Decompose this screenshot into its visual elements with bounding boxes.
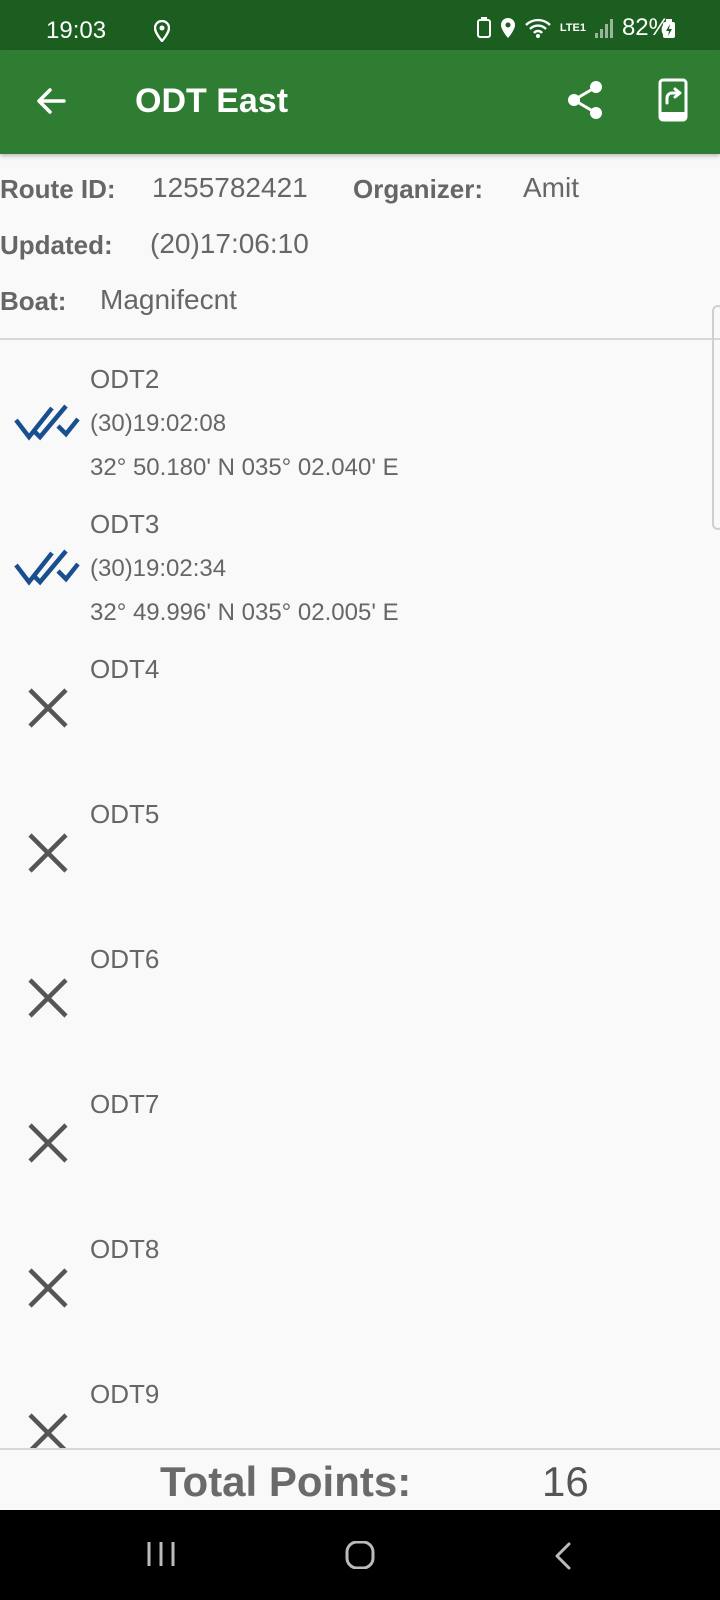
page-title: ODT East <box>135 82 289 120</box>
recent-apps-icon[interactable] <box>146 1540 176 1573</box>
double-check-icon <box>14 545 80 594</box>
double-check-icon <box>14 400 80 449</box>
route-id-value: 1255782421 <box>152 172 308 203</box>
close-icon <box>26 831 70 880</box>
app-bar: ODT East <box>0 50 720 154</box>
system-nav-bar <box>0 1510 720 1600</box>
updated-label: Updated: <box>0 230 113 260</box>
waypoint-name: ODT5 <box>90 799 160 829</box>
network-type-label: LTE1 <box>559 21 586 34</box>
waypoint-list[interactable]: ODT2 (30)19:02:08 32° 50.180' N 035° 02.… <box>0 340 720 1448</box>
waypoint-row[interactable]: ODT7 <box>0 1065 720 1210</box>
scrollbar[interactable] <box>712 305 720 530</box>
waypoint-name: ODT6 <box>90 944 160 974</box>
waypoint-name: ODT8 <box>90 1234 160 1264</box>
location-icon <box>500 18 515 38</box>
waypoint-row[interactable]: ODT4 <box>0 630 720 775</box>
signal-icon <box>594 19 613 38</box>
waypoint-row[interactable]: ODT5 <box>0 775 720 920</box>
wifi-icon <box>525 18 551 38</box>
location-icon <box>153 19 171 49</box>
close-icon <box>26 1121 70 1170</box>
boat-label: Boat: <box>0 286 67 316</box>
back-arrow-icon[interactable] <box>34 84 68 123</box>
route-id-label: Route ID: <box>0 174 116 204</box>
boat-value: Magnifecnt <box>100 284 237 315</box>
total-points-label: Total Points: <box>160 1458 412 1505</box>
nav-back-icon[interactable] <box>553 1542 573 1575</box>
waypoint-time: (30)19:02:08 <box>90 410 227 437</box>
export-icon[interactable] <box>658 78 688 127</box>
home-icon[interactable] <box>345 1540 375 1574</box>
status-bar: 19:03 LTE1 82% <box>0 0 720 50</box>
organizer-label: Organizer: <box>353 174 484 204</box>
waypoint-row[interactable]: ODT9 <box>0 1355 720 1448</box>
route-info: Route ID: 1255782421 Organizer: Amit Upd… <box>0 154 720 338</box>
organizer-value: Amit <box>523 172 579 203</box>
waypoint-time: (30)19:02:34 <box>90 555 227 582</box>
close-icon <box>26 1411 70 1448</box>
total-points-value: 16 <box>542 1458 589 1505</box>
updated-value: (20)17:06:10 <box>150 228 309 259</box>
waypoint-row[interactable]: ODT6 <box>0 920 720 1065</box>
battery-saver-icon <box>476 17 491 38</box>
waypoint-name: ODT2 <box>90 364 160 394</box>
waypoint-name: ODT7 <box>90 1089 160 1119</box>
waypoint-coordinates: 32° 49.996' N 035° 02.005' E <box>90 599 399 626</box>
waypoint-row[interactable]: ODT8 <box>0 1210 720 1355</box>
close-icon <box>26 1266 70 1315</box>
waypoint-name: ODT3 <box>90 509 160 539</box>
battery-icon <box>662 18 676 46</box>
total-points-bar: Total Points: 16 <box>0 1448 720 1512</box>
waypoint-row[interactable]: ODT3 (30)19:02:34 32° 49.996' N 035° 02.… <box>0 485 720 630</box>
status-time: 19:03 <box>46 17 107 44</box>
status-icons: LTE1 82% <box>476 14 670 42</box>
waypoint-name: ODT4 <box>90 654 160 684</box>
close-icon <box>26 976 70 1025</box>
waypoint-name: ODT9 <box>90 1379 160 1409</box>
waypoint-row[interactable]: ODT2 (30)19:02:08 32° 50.180' N 035° 02.… <box>0 340 720 485</box>
share-icon[interactable] <box>566 80 604 125</box>
waypoint-coordinates: 32° 50.180' N 035° 02.040' E <box>90 454 399 481</box>
close-icon <box>26 686 70 735</box>
